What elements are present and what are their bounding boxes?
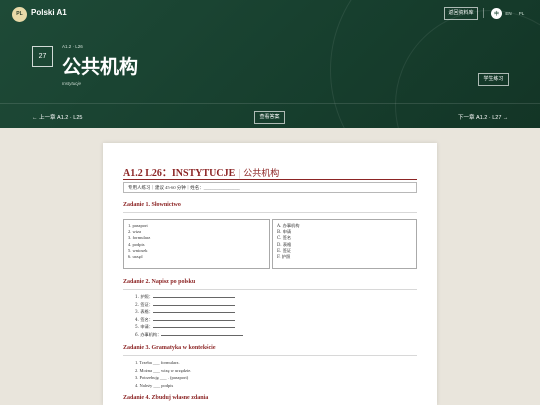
answer-line[interactable] — [152, 302, 235, 306]
page-subtitle: Instytucje — [62, 81, 82, 86]
brand-name[interactable]: Polski A1 — [31, 8, 67, 17]
section-title: Zadanie 4. Zbuduj własne zdania — [123, 395, 209, 401]
answer-line[interactable] — [152, 317, 235, 321]
lesson-header: PL Polski A1 返回资料库 中 EN PL 27 A1.2 · L26… — [0, 0, 540, 128]
next-chapter-link[interactable]: 下一章 A1.2 · L27 → — [458, 113, 508, 121]
lang-zh-button[interactable]: 中 — [491, 8, 502, 19]
back-to-library-button[interactable]: 返回资料库 — [444, 7, 478, 20]
section-title: Zadanie 2. Napisz po polsku — [123, 279, 196, 285]
lang-en-button[interactable]: EN — [503, 8, 514, 19]
lesson-number-badge: 27 — [32, 46, 53, 67]
breadcrumb: A1.2 · L26 — [62, 44, 83, 49]
section-title: Zadanie 1. Słownictwo — [123, 202, 181, 208]
logo-icon[interactable]: PL — [12, 7, 27, 22]
list-item: 4. 签名： — [135, 316, 153, 322]
section-rule — [123, 289, 417, 290]
list-item: 4. Należy ___ podpis — [135, 382, 174, 388]
title-rule — [123, 179, 417, 180]
divider — [483, 8, 484, 18]
answer-line[interactable] — [152, 309, 235, 314]
section-title: Zadanie 3. Gramatyka w kontekście — [123, 345, 216, 351]
vocab-right-column: A. 办事机构 B. 申请 C. 签名 D. 表格 E. 签证 F. 护照 — [272, 219, 417, 269]
vocab-item: F. 护照 — [277, 254, 291, 260]
translation-list: 1. 护照： 2. 签证： 3. 表格： 4. 签名： 5. 申请： 6. 办事… — [135, 293, 244, 339]
top-bar: PL Polski A1 返回资料库 中 EN PL — [0, 0, 540, 30]
lang-pl-button[interactable]: PL — [516, 8, 527, 19]
vocab-item: 6. urząd — [128, 254, 143, 260]
section-rule — [123, 355, 417, 356]
list-item: 3. Potrzebuję ___ . (paszport) — [135, 375, 189, 381]
worksheet-title-cn: 公共机构 — [243, 169, 280, 179]
answer-line[interactable] — [152, 324, 235, 329]
view-answers-button[interactable]: 查看答案 — [254, 111, 285, 124]
chapter-nav: ← 上一章 A1.2 · L25 查看答案 下一章 A1.2 · L27 → — [0, 103, 540, 128]
list-item: 1. Trzeba ___ formularz. — [135, 360, 180, 365]
list-item: 1. 护照： — [135, 294, 153, 299]
list-item: 2. Można ___ wizę w urzędzie. — [135, 367, 192, 373]
list-item: 2. 签证： — [135, 301, 153, 307]
list-item: 5. 申请： — [135, 324, 153, 330]
worksheet-title-code: A1.2 L26：INSTYTUCJE — [123, 168, 236, 179]
worksheet-title: A1.2 L26：INSTYTUCJE | 公共机构 — [123, 164, 279, 179]
prev-chapter-link[interactable]: ← 上一章 A1.2 · L25 — [32, 113, 82, 121]
info-box: 专用人练习｜建议 45-60 分钟｜姓名：________________ — [123, 182, 417, 193]
worksheet: A1.2 L26：INSTYTUCJE | 公共机构 专用人练习｜建议 45-60 … — [103, 143, 437, 405]
vocab-left-column: 1. paszport 2. wiza 3. formularz 4. podp… — [123, 219, 270, 269]
list-item: 6. 办事机构： — [135, 331, 162, 337]
title-separator: | — [238, 168, 241, 179]
list-item: 3. 表格： — [135, 309, 153, 315]
student-practice-button[interactable]: 学生练习 — [478, 73, 509, 86]
page-title: 公共机构 — [62, 56, 139, 78]
answer-line[interactable] — [161, 332, 244, 336]
section-rule — [123, 212, 417, 213]
answer-line[interactable] — [152, 294, 235, 298]
grammar-list: 1. Trzeba ___ formularz. 2. Można ___ wi… — [135, 359, 191, 389]
